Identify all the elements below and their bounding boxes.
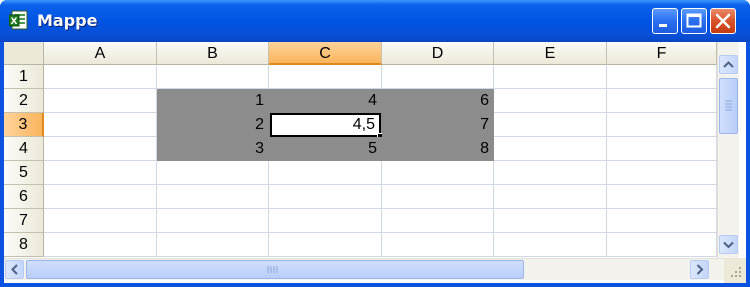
cell-c1[interactable] [269, 65, 382, 89]
cell-d8[interactable] [382, 233, 494, 257]
cell-f1[interactable] [607, 65, 717, 89]
minimize-button[interactable] [652, 8, 678, 34]
scroll-right-button[interactable] [690, 260, 709, 279]
cell-d3[interactable]: 7 [382, 113, 494, 137]
cell-e2[interactable] [494, 89, 607, 113]
cell-d7[interactable] [382, 209, 494, 233]
cell-d1[interactable] [382, 65, 494, 89]
column-header-c[interactable]: C [269, 42, 382, 65]
cell-a3[interactable] [44, 113, 157, 137]
cell-a1[interactable] [44, 65, 157, 89]
cell-b5[interactable] [157, 161, 269, 185]
cell-f2[interactable] [607, 89, 717, 113]
cell-f7[interactable] [607, 209, 717, 233]
cell-f4[interactable] [607, 137, 717, 161]
cell-d2[interactable]: 6 [382, 89, 494, 113]
worksheet-area: A B C D E F 1 2 3 4 5 6 7 8 1 4 6 2 4,5 … [4, 42, 746, 283]
scroll-left-button[interactable] [5, 260, 24, 279]
column-header-d[interactable]: D [382, 42, 494, 65]
cell-c5[interactable] [269, 161, 382, 185]
cell-a5[interactable] [44, 161, 157, 185]
cell-e8[interactable] [494, 233, 607, 257]
cell-b1[interactable] [157, 65, 269, 89]
row-header-2[interactable]: 2 [4, 89, 44, 113]
window-title: Mappe [37, 11, 98, 30]
row-header-7[interactable]: 7 [4, 209, 44, 233]
cell-e5[interactable] [494, 161, 607, 185]
maximize-button[interactable] [681, 8, 707, 34]
cell-b3[interactable]: 2 [157, 113, 269, 137]
column-header-e[interactable]: E [494, 42, 607, 65]
active-cell-c3[interactable]: 4,5 [270, 113, 381, 137]
cell-b6[interactable] [157, 185, 269, 209]
chevron-right-icon [696, 264, 704, 275]
cell-c7[interactable] [269, 209, 382, 233]
svg-text:X: X [11, 17, 18, 27]
close-icon [715, 13, 731, 29]
cell-a8[interactable] [44, 233, 157, 257]
resize-grip-icon [731, 267, 741, 277]
chevron-down-icon [723, 241, 734, 249]
cell-d5[interactable] [382, 161, 494, 185]
chevron-left-icon [11, 264, 18, 275]
cell-b7[interactable] [157, 209, 269, 233]
column-header-b[interactable]: B [157, 42, 269, 65]
scroll-up-button[interactable] [719, 55, 738, 74]
row-header-8[interactable]: 8 [4, 233, 44, 257]
column-header-f[interactable]: F [607, 42, 717, 65]
grip-lines-icon [725, 100, 732, 111]
row-header-5[interactable]: 5 [4, 161, 44, 185]
cell-f6[interactable] [607, 185, 717, 209]
select-all-corner[interactable] [4, 42, 44, 65]
chevron-up-icon [723, 61, 734, 68]
cell-c8[interactable] [269, 233, 382, 257]
cell-a2[interactable] [44, 89, 157, 113]
row-header-4[interactable]: 4 [4, 137, 44, 161]
close-button[interactable] [710, 8, 736, 34]
vertical-scrollbar[interactable] [717, 42, 739, 258]
resize-grip[interactable] [724, 258, 746, 283]
horizontal-scroll-thumb[interactable] [26, 260, 524, 279]
cell-b2[interactable]: 1 [157, 89, 269, 113]
title-bar[interactable]: X Mappe [0, 0, 750, 42]
cell-f5[interactable] [607, 161, 717, 185]
vertical-scroll-thumb[interactable] [719, 78, 738, 134]
cell-c6[interactable] [269, 185, 382, 209]
horizontal-scrollbar[interactable] [4, 258, 724, 280]
cell-b4[interactable]: 3 [157, 137, 269, 161]
cell-e3[interactable] [494, 113, 607, 137]
maximize-icon [686, 13, 702, 28]
cell-c4[interactable]: 5 [269, 137, 382, 161]
cell-a4[interactable] [44, 137, 157, 161]
scroll-down-button[interactable] [719, 235, 738, 254]
spreadsheet-window: X Mappe A B C D E F 1 2 3 4 5 6 7 8 1 4 … [0, 0, 750, 287]
cell-e7[interactable] [494, 209, 607, 233]
cell-f3[interactable] [607, 113, 717, 137]
cell-b8[interactable] [157, 233, 269, 257]
row-header-1[interactable]: 1 [4, 65, 44, 89]
row-header-6[interactable]: 6 [4, 185, 44, 209]
cell-a7[interactable] [44, 209, 157, 233]
cell-a6[interactable] [44, 185, 157, 209]
cell-f8[interactable] [607, 233, 717, 257]
row-header-3[interactable]: 3 [4, 113, 44, 137]
cell-d4[interactable]: 8 [382, 137, 494, 161]
cell-c2[interactable]: 4 [269, 89, 382, 113]
excel-workbook-icon: X [9, 10, 28, 30]
grip-lines-icon [267, 266, 278, 273]
cell-e4[interactable] [494, 137, 607, 161]
cell-e1[interactable] [494, 65, 607, 89]
cell-d6[interactable] [382, 185, 494, 209]
cell-e6[interactable] [494, 185, 607, 209]
minimize-icon [659, 24, 667, 27]
column-header-a[interactable]: A [44, 42, 157, 65]
